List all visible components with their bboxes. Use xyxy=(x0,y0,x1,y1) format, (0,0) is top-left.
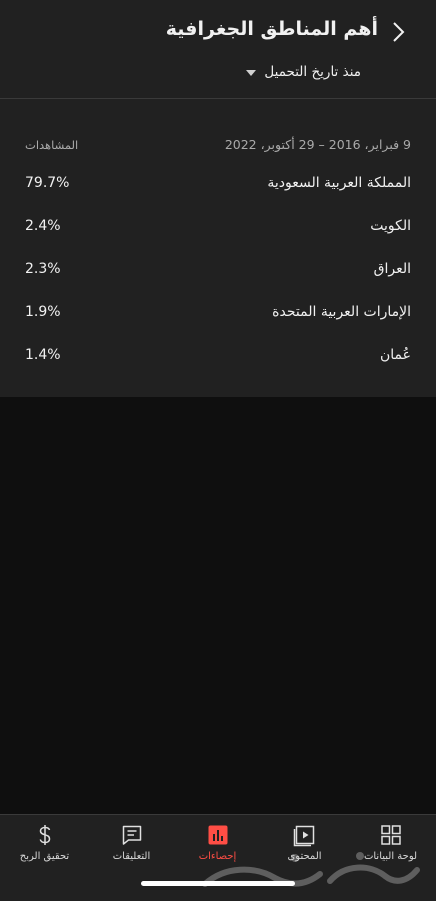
earn-icon xyxy=(39,825,50,845)
geography-row[interactable]: المملكة العربية السعودية 79.7% xyxy=(25,175,411,205)
geography-row[interactable]: العراق 2.3% xyxy=(25,261,411,291)
dropdown-caret-icon xyxy=(246,70,257,76)
views-percent: 2.3% xyxy=(25,261,61,277)
nav-comments-label: التعليقات xyxy=(112,851,151,862)
views-percent: 1.9% xyxy=(25,304,61,320)
date-range: 9 فبراير، 2016 – 29 أكتوبر، 2022 xyxy=(224,137,411,152)
country-name: الإمارات العربية المتحدة xyxy=(272,304,411,320)
views-percent: 79.7% xyxy=(25,175,70,191)
nav-earn-label: تحقيق الربح xyxy=(19,851,70,862)
nav-earn[interactable]: تحقيق الربح xyxy=(1,823,88,871)
back-button[interactable] xyxy=(384,18,412,46)
geography-row[interactable]: الإمارات العربية المتحدة 1.9% xyxy=(25,304,411,334)
views-column-header: المشاهدات xyxy=(25,138,79,152)
analytics-icon xyxy=(208,825,227,845)
content-icon xyxy=(293,825,314,847)
top-app-bar: أهم المناطق الجغرافية منذ تاريخ التحميل xyxy=(0,0,436,99)
comments-icon xyxy=(122,825,141,845)
page-title: أهم المناطق الجغرافية xyxy=(165,18,378,40)
country-name: المملكة العربية السعودية xyxy=(267,175,411,191)
country-name: العراق xyxy=(373,261,411,277)
date-filter-label: منذ تاريخ التحميل xyxy=(264,64,361,80)
watermark-logo xyxy=(202,852,420,887)
nav-comments[interactable]: التعليقات xyxy=(88,823,175,871)
home-indicator xyxy=(141,881,295,886)
geography-report: 9 فبراير، 2016 – 29 أكتوبر، 2022 المشاهد… xyxy=(0,99,436,397)
chevron-right-icon xyxy=(393,22,405,42)
views-percent: 2.4% xyxy=(25,218,61,234)
geography-row[interactable]: الكويت 2.4% xyxy=(25,218,411,248)
views-percent: 1.4% xyxy=(25,347,61,363)
geography-row[interactable]: عُمان 1.4% xyxy=(25,347,411,377)
country-name: الكويت xyxy=(370,218,411,234)
country-name: عُمان xyxy=(380,347,411,363)
date-filter-dropdown[interactable]: منذ تاريخ التحميل xyxy=(246,64,361,80)
dashboard-icon xyxy=(380,825,401,845)
